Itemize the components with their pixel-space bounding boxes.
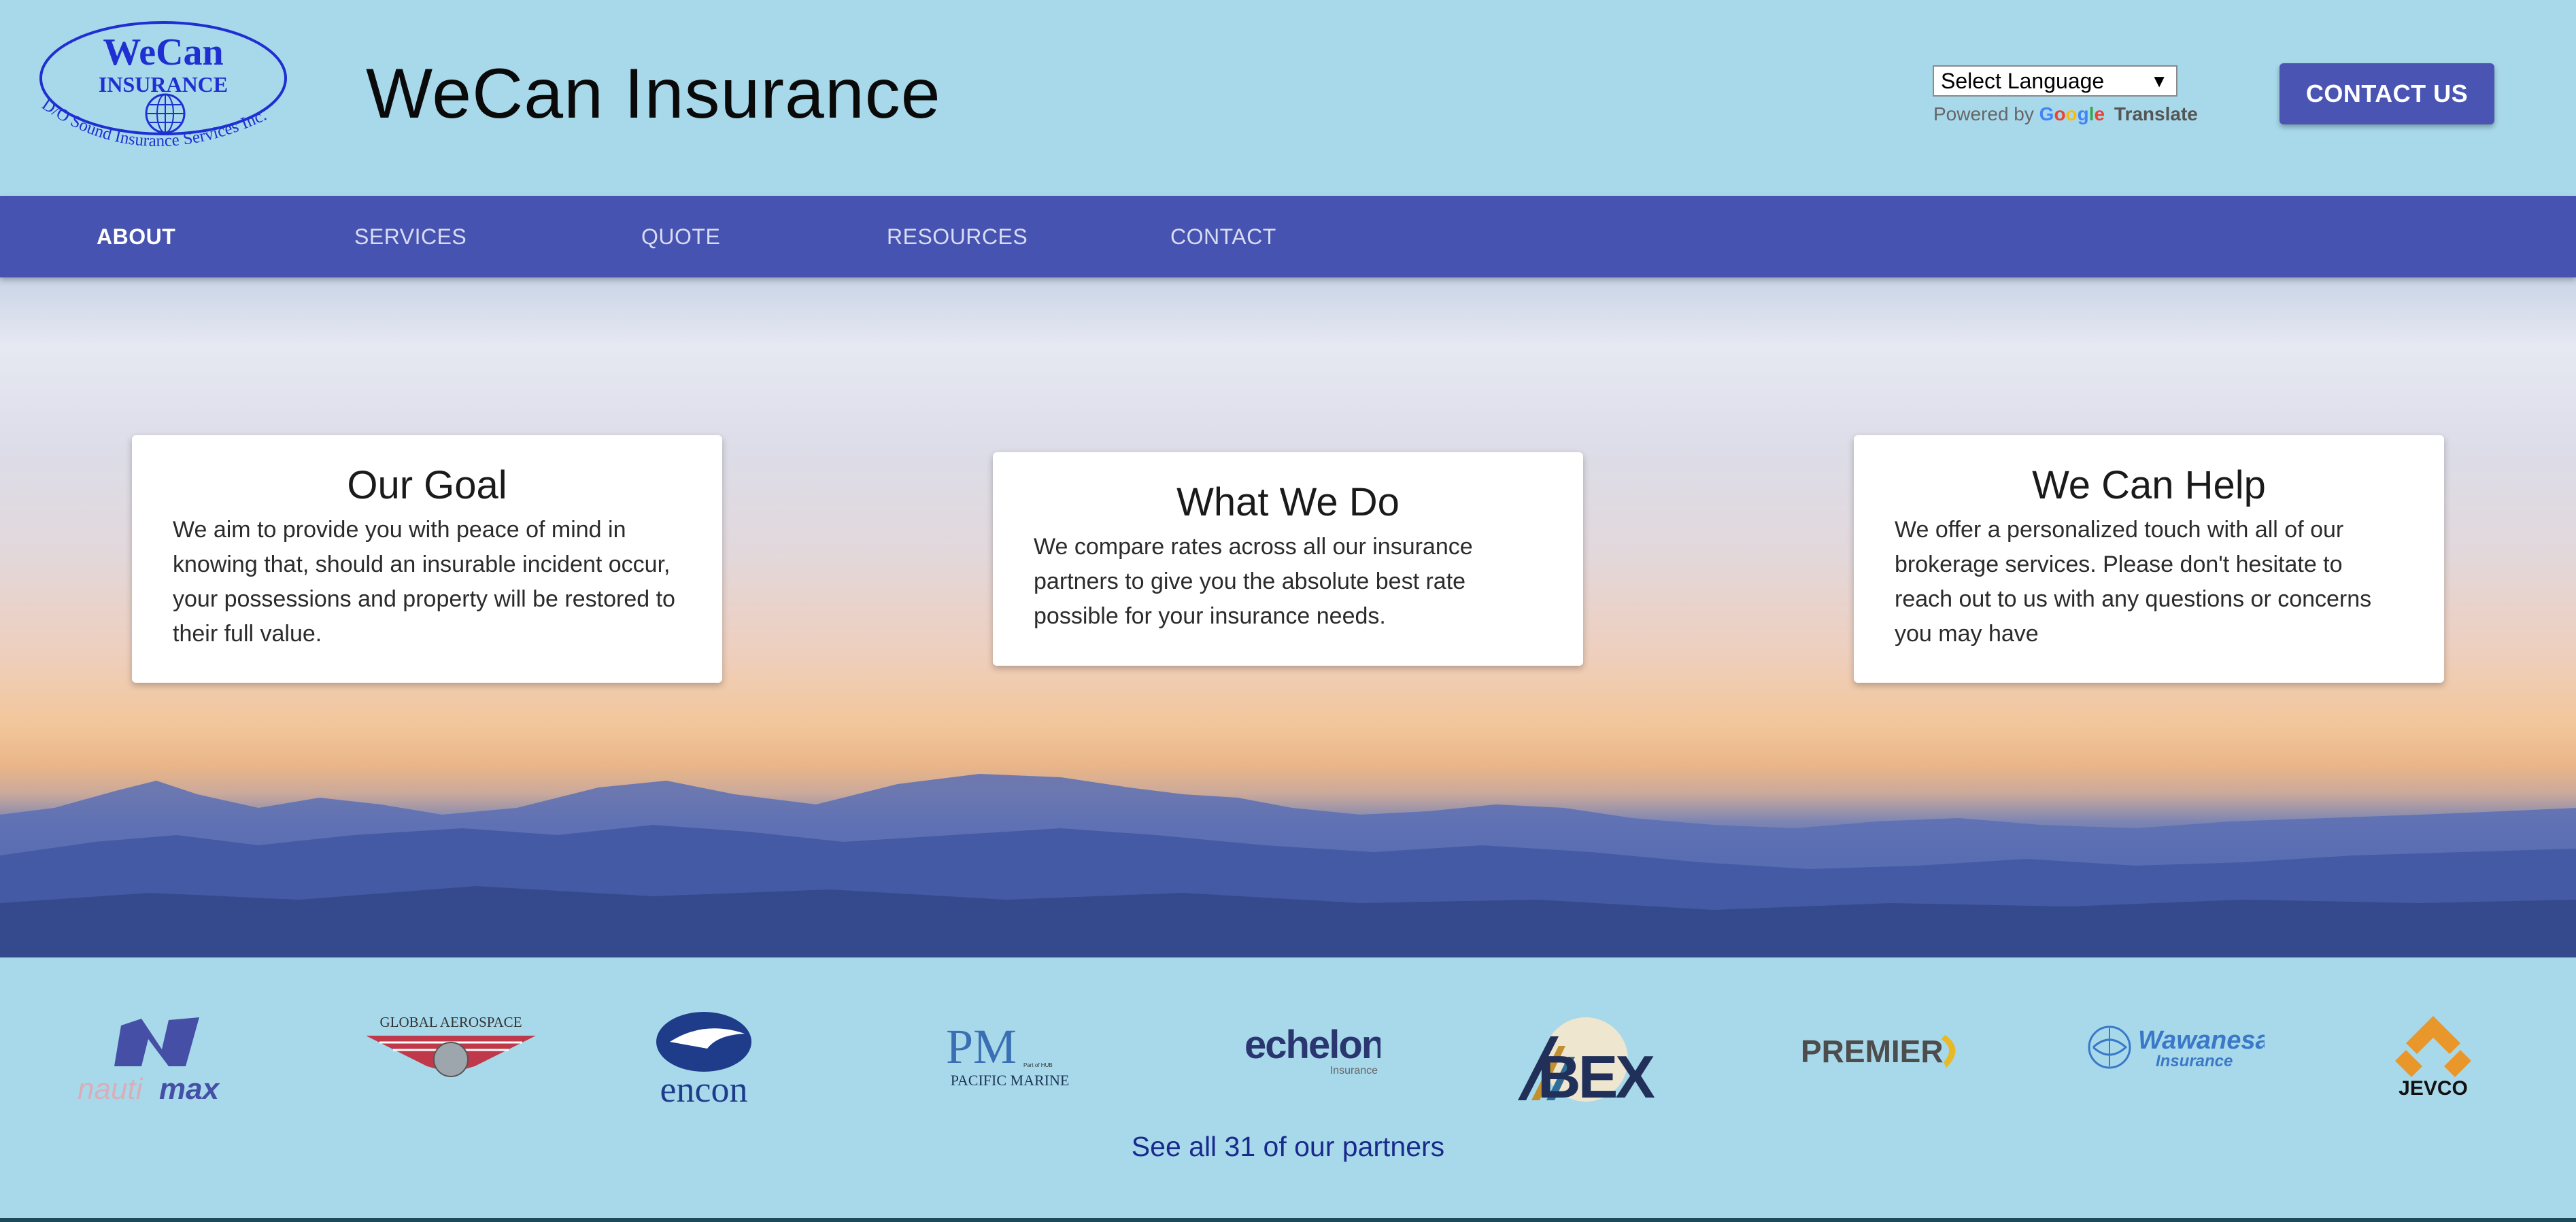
partner-text: max [159, 1072, 220, 1106]
partners-section: nauti max GLOBAL AEROSPACE encon PM Part… [0, 957, 2576, 1222]
partner-text: echelon [1244, 1023, 1380, 1067]
partner-mark: PM [946, 1019, 1017, 1074]
card-our-goal: Our Goal We aim to provide you with peac… [132, 435, 722, 683]
partner-text: Wawanesa [2138, 1026, 2265, 1055]
partner-logo-abex[interactable]: BEX [1511, 1012, 1661, 1107]
partner-sub: Insurance [1330, 1065, 1378, 1076]
nav-item-quote[interactable]: QUOTE [641, 196, 720, 277]
card-body: We compare rates across all our insuranc… [1034, 534, 1473, 629]
nav-item-services[interactable]: SERVICES [354, 196, 467, 277]
site-title: WeCan Insurance [366, 54, 941, 133]
partner-logo-pacific-marine[interactable]: PM Part of HUB PACIFIC MARINE [942, 1015, 1078, 1104]
partner-text: nauti [78, 1072, 143, 1106]
partner-logo-encon[interactable]: encon [643, 1006, 765, 1108]
nav-item-contact[interactable]: CONTACT [1170, 196, 1276, 277]
site-header: WeCan INSURANCE D/O Sound Insurance Serv… [0, 0, 2576, 196]
logo-text-wecan: WeCan [103, 31, 223, 73]
google-logo[interactable]: Google [2039, 103, 2110, 124]
card-body: We offer a personalized touch with all o… [1895, 517, 2372, 647]
partner-logo-jevco[interactable]: JEVCO [2386, 1011, 2481, 1099]
partner-text: GLOBAL AEROSPACE [379, 1014, 522, 1030]
partner-logo-global-aerospace[interactable]: GLOBAL AEROSPACE [366, 1012, 536, 1087]
partner-text: PACIFIC MARINE [951, 1072, 1070, 1089]
mountain-background [0, 774, 2576, 957]
powered-by-label: Powered by [1933, 103, 2034, 124]
partner-text: JEVCO [2399, 1077, 2468, 1099]
partner-logo-echelon[interactable]: echelon Insurance [1244, 1017, 1380, 1085]
card-title: Our Goal [347, 463, 507, 507]
card-we-can-help: We Can Help We offer a personalized touc… [1854, 435, 2444, 683]
nav-item-about[interactable]: ABOUT [97, 196, 175, 277]
footer-edge [0, 1218, 2576, 1222]
partner-logo-nautimax[interactable]: nauti max [73, 1012, 250, 1107]
see-all-partners-link[interactable]: See all 31 of our partners [0, 1131, 2576, 1163]
card-title: We Can Help [2032, 463, 2266, 507]
language-select[interactable]: Select Language ▼ [1933, 65, 2177, 97]
translate-label: Translate [2114, 103, 2198, 124]
contact-us-button[interactable]: CONTACT US [2280, 63, 2494, 124]
partner-sub: Insurance [2156, 1052, 2233, 1070]
partner-text: PREMIER [1801, 1034, 1944, 1069]
globe-icon [145, 93, 186, 134]
language-select-value: Select Language [1941, 69, 2105, 93]
hero-section: Our Goal We aim to provide you with peac… [0, 277, 2576, 957]
partner-small: Part of HUB [1023, 1062, 1053, 1068]
partner-text: encon [660, 1069, 748, 1108]
card-what-we-do: What We Do We compare rates across all o… [993, 452, 1583, 666]
partner-logo-wawanesa[interactable]: Wawanesa Insurance [2088, 1020, 2265, 1074]
wecan-logo[interactable]: WeCan INSURANCE D/O Sound Insurance Serv… [27, 20, 306, 167]
nav-item-resources[interactable]: RESOURCES [887, 196, 1028, 277]
partner-text: BEX [1538, 1043, 1655, 1107]
main-nav: ABOUT SERVICES QUOTE RESOURCES CONTACT [0, 196, 2576, 277]
partner-logo-premier[interactable]: PREMIER [1801, 1025, 1971, 1073]
logo-text-insurance: INSURANCE [99, 72, 228, 97]
powered-by-google-translate: Powered by Google Translate [1933, 103, 2198, 125]
dropdown-arrow-icon: ▼ [2150, 71, 2168, 91]
card-body: We aim to provide you with peace of mind… [173, 517, 675, 647]
card-title: What We Do [1176, 480, 1400, 524]
